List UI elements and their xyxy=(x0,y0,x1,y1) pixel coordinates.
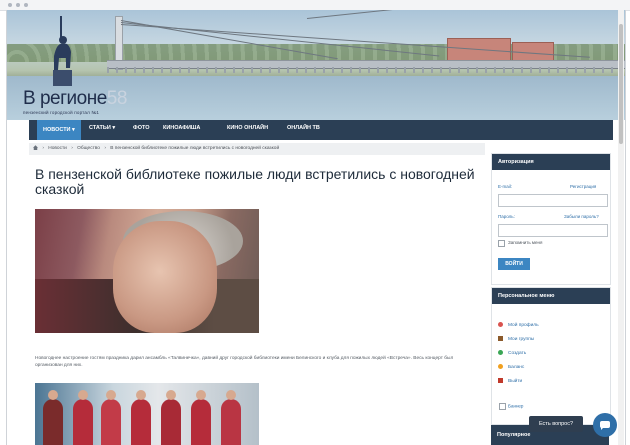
page-scrollbar[interactable] xyxy=(618,10,624,445)
register-link[interactable]: Регистрация xyxy=(570,184,596,189)
login-widget: Авторизация E-mail: Регистрация Пароль: … xyxy=(491,153,611,285)
site-header: В регионе58 пензенский городской портал … xyxy=(7,10,625,120)
menu-item-profile[interactable]: Мой профиль xyxy=(498,322,539,328)
main-content: › Новости › Общество › В пензенской библ… xyxy=(29,143,489,445)
photo-person xyxy=(191,390,211,445)
breadcrumb: › Новости › Общество › В пензенской библ… xyxy=(29,143,485,155)
plus-icon xyxy=(498,350,503,355)
groups-icon xyxy=(498,336,503,341)
nav-item-articles[interactable]: СТАТЬИ ▾ xyxy=(89,125,115,131)
breadcrumb-item[interactable]: Общество xyxy=(77,146,100,151)
login-header: Авторизация xyxy=(492,154,610,170)
profile-icon xyxy=(498,322,503,327)
article-photo-elderly-woman xyxy=(35,209,259,333)
forgot-password-link[interactable]: Забыли пароль? xyxy=(564,214,599,219)
bridge-cable xyxy=(306,10,506,19)
photo-person xyxy=(221,390,241,445)
article-caption: Новогоднее настроение гостям праздника д… xyxy=(35,356,454,368)
photo-person xyxy=(43,390,63,445)
logo-text: В регионе58 xyxy=(23,88,128,109)
chat-label[interactable]: Есть вопрос? xyxy=(529,416,583,432)
banner-image[interactable]: Баннер xyxy=(499,403,523,410)
photo-person xyxy=(131,390,151,445)
article-title: В пензенской библиотеке пожилые люди вст… xyxy=(35,166,475,197)
email-field[interactable] xyxy=(498,194,608,207)
window-dot-icon xyxy=(16,3,20,7)
sidebar: Авторизация E-mail: Регистрация Пароль: … xyxy=(491,153,611,445)
site-logo[interactable]: В регионе58 пензенский городской портал … xyxy=(23,88,163,118)
logo-tagline: пензенский городской портал №1 xyxy=(23,110,100,115)
scrollbar-thumb[interactable] xyxy=(619,24,623,144)
menu-item-create[interactable]: Создать xyxy=(498,350,526,356)
nav-item-kino-online[interactable]: КИНО ОНЛАЙН xyxy=(227,125,268,131)
chat-button[interactable] xyxy=(593,413,617,437)
menu-item-logout[interactable]: Выйти xyxy=(498,378,522,384)
photo-person xyxy=(73,390,93,445)
photo-face xyxy=(113,221,217,333)
breadcrumb-separator: › xyxy=(104,146,106,151)
remember-label: Запомнить меня xyxy=(508,240,543,245)
email-label: E-mail: xyxy=(498,184,513,189)
menu-item-groups[interactable]: Мои группы xyxy=(498,336,534,342)
page-frame: В регионе58 пензенский городской портал … xyxy=(6,10,626,445)
nav-item-photo[interactable]: ФОТО xyxy=(133,125,149,131)
logo-number: 58 xyxy=(106,88,128,109)
window-dot-icon xyxy=(24,3,28,7)
photo-person xyxy=(161,390,181,445)
password-field[interactable] xyxy=(498,224,608,237)
coin-icon xyxy=(498,364,503,369)
chat-bubble-tail xyxy=(601,427,604,430)
exit-icon xyxy=(498,378,503,383)
article-photo-ensemble xyxy=(35,383,259,445)
breadcrumb-current: В пензенской библиотеке пожилые люди вст… xyxy=(110,146,280,151)
nav-item-online-tv[interactable]: ОНЛАЙН ТВ xyxy=(287,125,320,131)
broken-image-icon xyxy=(499,403,506,410)
breadcrumb-item[interactable]: Новости xyxy=(48,146,67,151)
login-button[interactable]: ВОЙТИ xyxy=(498,258,530,270)
personal-menu-header: Персональное меню xyxy=(492,288,610,304)
photo-person xyxy=(101,390,121,445)
breadcrumb-separator: › xyxy=(71,146,73,151)
monument-icon xyxy=(53,16,72,86)
window-dot-icon xyxy=(8,3,12,7)
breadcrumb-separator: › xyxy=(42,146,44,151)
nav-item-news[interactable]: НОВОСТИ ▾ xyxy=(37,120,81,140)
bridge-rail xyxy=(107,67,625,73)
menu-item-balance[interactable]: Баланс xyxy=(498,364,524,370)
nav-item-kinoafisha[interactable]: КИНОАФИША xyxy=(163,125,200,131)
remember-checkbox[interactable] xyxy=(498,240,505,247)
home-icon[interactable] xyxy=(33,145,38,151)
password-label: Пароль: xyxy=(498,214,515,219)
main-nav: НОВОСТИ ▾ СТАТЬИ ▾ ФОТО КИНОАФИША КИНО О… xyxy=(29,120,613,140)
